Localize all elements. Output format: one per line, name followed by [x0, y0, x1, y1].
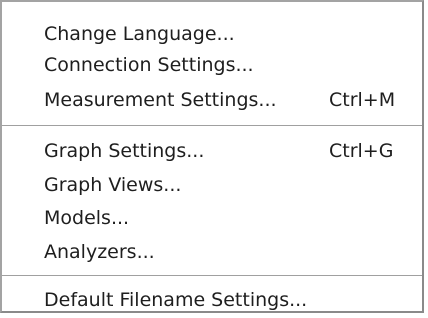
settings-context-menu: Change Language... Connection Settings..… [0, 0, 424, 313]
menu-item-label: Graph Views... [44, 174, 182, 196]
menu-item-label: Measurement Settings... [44, 89, 277, 111]
menu-item-shortcut: Ctrl+M [329, 89, 396, 111]
menu-item-label: Analyzers... [44, 241, 155, 263]
menu-item-label: Connection Settings... [44, 54, 254, 76]
menu-item-measurement-settings[interactable]: Measurement Settings... Ctrl+M [2, 82, 422, 118]
menu-item-label: Graph Settings... [44, 140, 205, 162]
menu-separator [2, 275, 422, 277]
menu-item-models[interactable]: Models... [2, 200, 422, 236]
menu-item-default-filename-settings[interactable]: Default Filename Settings... [2, 282, 422, 318]
menu-item-graph-views[interactable]: Graph Views... [2, 167, 422, 203]
menu-item-graph-settings[interactable]: Graph Settings... Ctrl+G [2, 133, 422, 169]
menu-separator [2, 125, 422, 127]
menu-item-connection-settings[interactable]: Connection Settings... [2, 47, 422, 83]
menu-item-analyzers[interactable]: Analyzers... [2, 234, 422, 270]
menu-item-label: Models... [44, 207, 130, 229]
menu-item-shortcut: Ctrl+G [329, 140, 394, 162]
menu-item-label: Default Filename Settings... [44, 289, 308, 311]
